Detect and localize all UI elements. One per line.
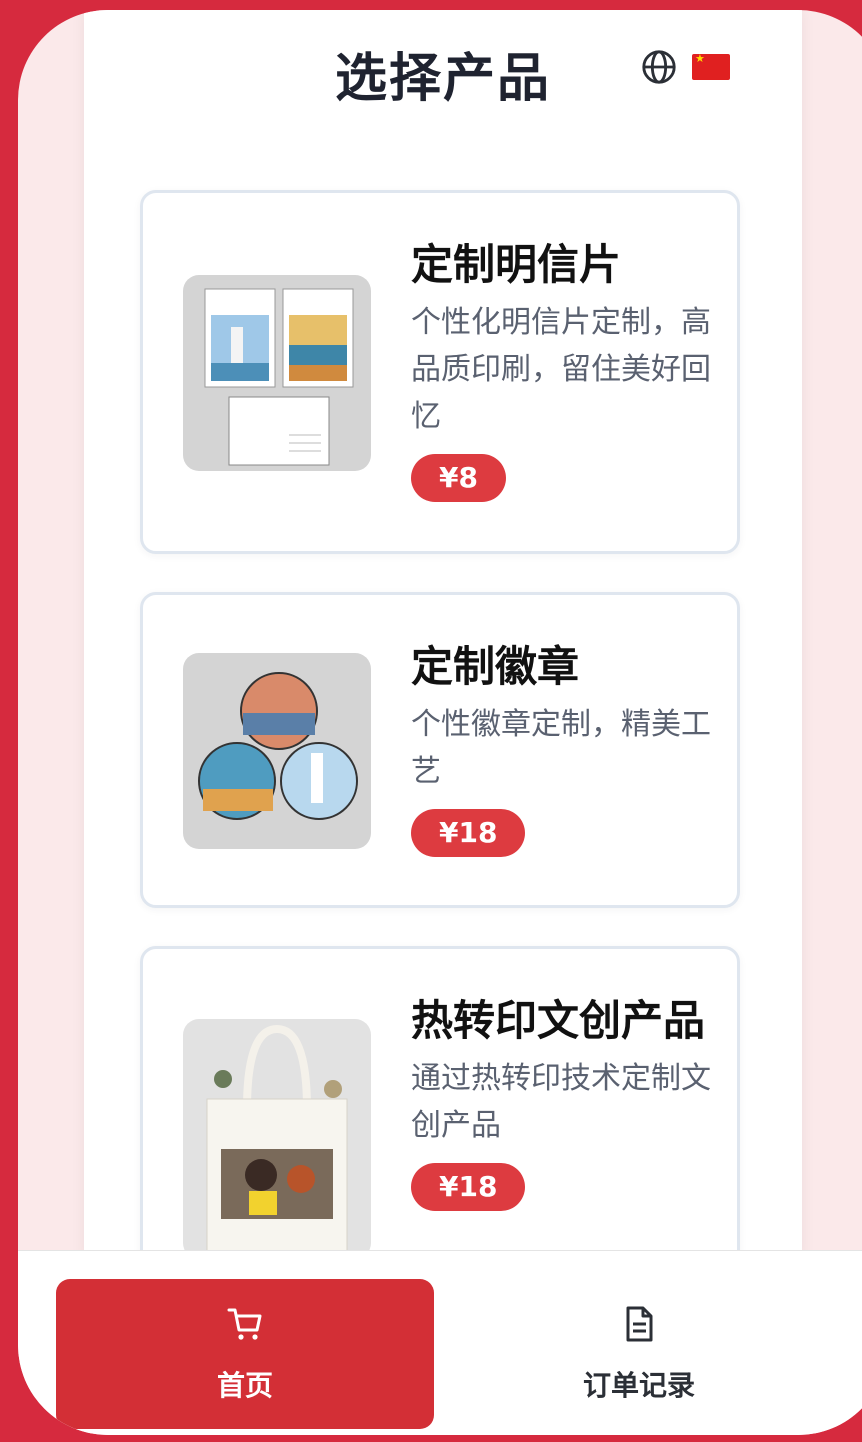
tab-home[interactable]: 首页	[56, 1279, 434, 1429]
tab-orders[interactable]: 订单记录	[450, 1279, 828, 1429]
cart-icon	[227, 1308, 262, 1340]
product-description: 个性徽章定制，精美工艺	[411, 707, 711, 789]
tab-home-label: 首页	[216, 1369, 273, 1402]
price-badge: ¥18	[411, 809, 526, 857]
tote-bag-image	[183, 1019, 371, 1259]
language-switcher[interactable]	[640, 48, 730, 86]
bottom-tab-bar: 首页 订单记录	[18, 1250, 862, 1435]
product-name: 定制明信片	[411, 240, 622, 289]
document-icon	[626, 1306, 653, 1342]
product-description: 个性化明信片定制，高品质印刷，留住美好回忆	[411, 305, 711, 434]
product-name: 热转印文创产品	[411, 996, 706, 1045]
globe-icon[interactable]	[640, 48, 678, 86]
postcard-image	[183, 275, 371, 471]
product-card-badge[interactable]: 定制徽章 个性徽章定制，精美工艺 ¥18	[140, 592, 740, 908]
price-badge: ¥18	[411, 1163, 526, 1211]
phone-frame: 选择产品 ★ 定制明信片 个性化明信片定制，高品质印刷，留住美好回忆 ¥8 定制…	[18, 10, 862, 1435]
product-name: 定制徽章	[411, 642, 580, 691]
product-page: 选择产品 ★ 定制明信片 个性化明信片定制，高品质印刷，留住美好回忆 ¥8 定制…	[84, 10, 802, 1326]
china-flag-icon[interactable]	[692, 52, 730, 80]
badge-image	[183, 653, 371, 849]
product-description: 通过热转印技术定制文创产品	[411, 1061, 711, 1143]
price-badge: ¥8	[411, 454, 506, 502]
product-card-postcard[interactable]: 定制明信片 个性化明信片定制，高品质印刷，留住美好回忆 ¥8	[140, 190, 740, 554]
tab-orders-label: 订单记录	[582, 1369, 695, 1402]
